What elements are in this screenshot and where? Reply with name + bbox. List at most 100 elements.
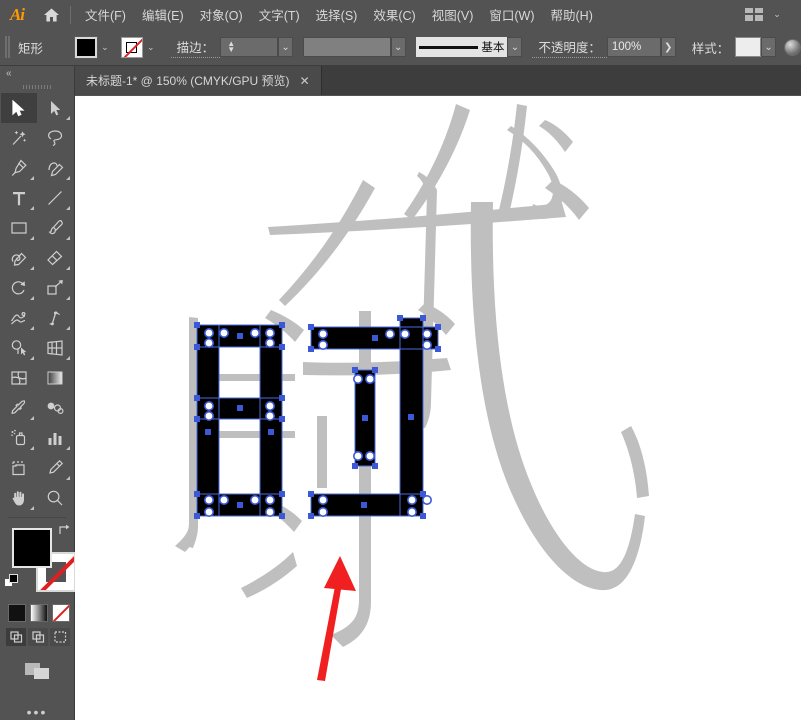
menu-file[interactable]: 文件(F) xyxy=(77,1,134,28)
tool-flyout-indicator xyxy=(66,236,70,240)
width-tool[interactable] xyxy=(1,303,37,333)
menu-help[interactable]: 帮助(H) xyxy=(543,1,601,28)
document-canvas[interactable] xyxy=(75,96,801,720)
draw-normal-mode[interactable] xyxy=(6,628,26,646)
style-swatch[interactable] xyxy=(735,37,762,57)
menu-type[interactable]: 文字(T) xyxy=(251,1,308,28)
rectangle-tool[interactable] xyxy=(1,213,37,243)
selection-type-label: 矩形 xyxy=(17,41,43,56)
opacity-options-button[interactable]: ❯ xyxy=(660,37,676,57)
control-bar-grip[interactable] xyxy=(0,29,12,65)
tools-panel: « ••• xyxy=(0,66,76,720)
selection-tool[interactable] xyxy=(1,93,37,123)
stroke-profile-label: 基本 xyxy=(481,42,505,54)
menu-select[interactable]: 选择(S) xyxy=(308,1,366,28)
tool-flyout-indicator xyxy=(30,176,34,180)
stroke-caret-icon[interactable]: ⌄ xyxy=(143,37,159,57)
draw-behind-mode[interactable] xyxy=(28,628,48,646)
tool-flyout-indicator xyxy=(30,446,34,450)
color-mode-gradient[interactable] xyxy=(30,604,48,622)
edit-toolbar-button[interactable]: ••• xyxy=(0,682,74,720)
pen-tool[interactable] xyxy=(1,153,37,183)
slice-tool[interactable] xyxy=(37,453,73,483)
tool-grid xyxy=(0,93,74,513)
variable-width-dropdown[interactable]: ⌄ xyxy=(390,37,406,57)
stroke-weight-dropdown[interactable]: ⌄ xyxy=(278,37,293,57)
shaper-tool[interactable] xyxy=(1,243,37,273)
stroke-profile-dropdown[interactable]: ⌄ xyxy=(507,37,523,57)
toolbar-divider xyxy=(8,517,66,518)
tool-flyout-indicator xyxy=(66,326,70,330)
shape-builder-tool[interactable] xyxy=(1,333,37,363)
opacity-label[interactable]: 不透明度： xyxy=(532,37,607,58)
fill-color-swatch[interactable] xyxy=(73,35,98,59)
rotate-tool[interactable] xyxy=(1,273,37,303)
variable-width-profile-input[interactable] xyxy=(302,37,391,57)
tool-flyout-indicator xyxy=(66,356,70,360)
menu-edit[interactable]: 编辑(E) xyxy=(134,1,192,28)
home-icon[interactable] xyxy=(34,0,68,29)
paintbrush-tool[interactable] xyxy=(37,213,73,243)
gradient-tool[interactable] xyxy=(37,363,73,393)
perspective-grid-tool[interactable] xyxy=(37,333,73,363)
toolbar-drag-grip[interactable] xyxy=(0,81,74,93)
column-graph-tool[interactable] xyxy=(37,423,73,453)
workspace-switcher[interactable]: ⌄ xyxy=(739,3,791,27)
style-label: 样式： xyxy=(691,41,730,56)
chevron-down-icon: ⌄ xyxy=(773,9,781,19)
blend-tool[interactable] xyxy=(37,393,73,423)
red-arrow-annotation xyxy=(317,556,356,681)
control-bar: 矩形 ⌄ ⌄ 描边： ▲▼ ⌄ ⌄ 基本 ⌄ 不透明度： 100% ❯ 样式： xyxy=(0,29,801,66)
close-icon[interactable]: ✕ xyxy=(300,75,310,87)
hand-tool[interactable] xyxy=(1,483,37,513)
drawing-mode-buttons xyxy=(0,622,74,646)
document-tab[interactable]: 未标题-1* @ 150% (CMYK/GPU 预览) ✕ xyxy=(75,66,322,95)
change-screen-mode[interactable] xyxy=(0,646,74,682)
curvature-tool[interactable] xyxy=(37,153,73,183)
tool-flyout-indicator xyxy=(30,356,34,360)
tool-flyout-indicator xyxy=(66,116,70,120)
tool-flyout-indicator xyxy=(30,416,34,420)
draw-inside-mode[interactable] xyxy=(50,628,70,646)
stroke-profile-display[interactable]: 基本 xyxy=(415,37,508,57)
magic-wand-tool[interactable] xyxy=(1,123,37,153)
color-mode-solid[interactable] xyxy=(8,604,26,622)
document-tab-bar: 未标题-1* @ 150% (CMYK/GPU 预览) ✕ xyxy=(75,66,801,95)
toolbar-collapse-button[interactable]: « xyxy=(0,66,74,81)
color-mode-buttons xyxy=(0,602,74,622)
stepper-icon[interactable]: ▲ ▼ xyxy=(225,37,237,57)
default-fill-stroke-icon[interactable] xyxy=(4,574,20,590)
tool-flyout-indicator xyxy=(66,296,70,300)
color-mode-none[interactable] xyxy=(52,604,70,622)
menu-effect[interactable]: 效果(C) xyxy=(365,1,423,28)
style-dropdown[interactable]: ⌄ xyxy=(761,37,777,57)
lasso-tool[interactable] xyxy=(37,123,73,153)
free-transform-tool[interactable] xyxy=(37,303,73,333)
scale-tool[interactable] xyxy=(37,273,73,303)
menu-object[interactable]: 对象(O) xyxy=(192,1,251,28)
stroke-weight-input[interactable]: ▲ ▼ xyxy=(220,37,279,57)
tool-flyout-indicator xyxy=(30,236,34,240)
menu-window[interactable]: 窗口(W) xyxy=(481,1,542,28)
type-tool[interactable] xyxy=(1,183,37,213)
artwork xyxy=(175,104,649,681)
illustrator-window: Ai 文件(F) 编辑(E) 对象(O) 文字(T) 选择(S) 效果(C) 视… xyxy=(0,0,801,720)
eraser-tool[interactable] xyxy=(37,243,73,273)
artboard-tool[interactable] xyxy=(1,453,37,483)
menu-bar: Ai 文件(F) 编辑(E) 对象(O) 文字(T) 选择(S) 效果(C) 视… xyxy=(0,0,801,30)
stroke-color-swatch[interactable] xyxy=(120,36,143,58)
tool-flyout-indicator xyxy=(66,176,70,180)
eyedropper-tool[interactable] xyxy=(1,393,37,423)
stroke-weight-label[interactable]: 描边： xyxy=(170,37,221,58)
menu-view[interactable]: 视图(V) xyxy=(424,1,482,28)
swap-fill-stroke-icon[interactable] xyxy=(57,524,70,539)
symbol-sprayer-tool[interactable] xyxy=(1,423,37,453)
fill-color-indicator[interactable] xyxy=(12,528,52,568)
direct-selection-tool[interactable] xyxy=(37,93,73,123)
line-segment-tool[interactable] xyxy=(37,183,73,213)
opacity-input[interactable]: 100% xyxy=(606,37,661,57)
zoom-tool[interactable] xyxy=(37,483,73,513)
fill-caret-icon[interactable]: ⌄ xyxy=(97,37,113,57)
sphere-icon[interactable] xyxy=(784,38,801,56)
mesh-tool[interactable] xyxy=(1,363,37,393)
